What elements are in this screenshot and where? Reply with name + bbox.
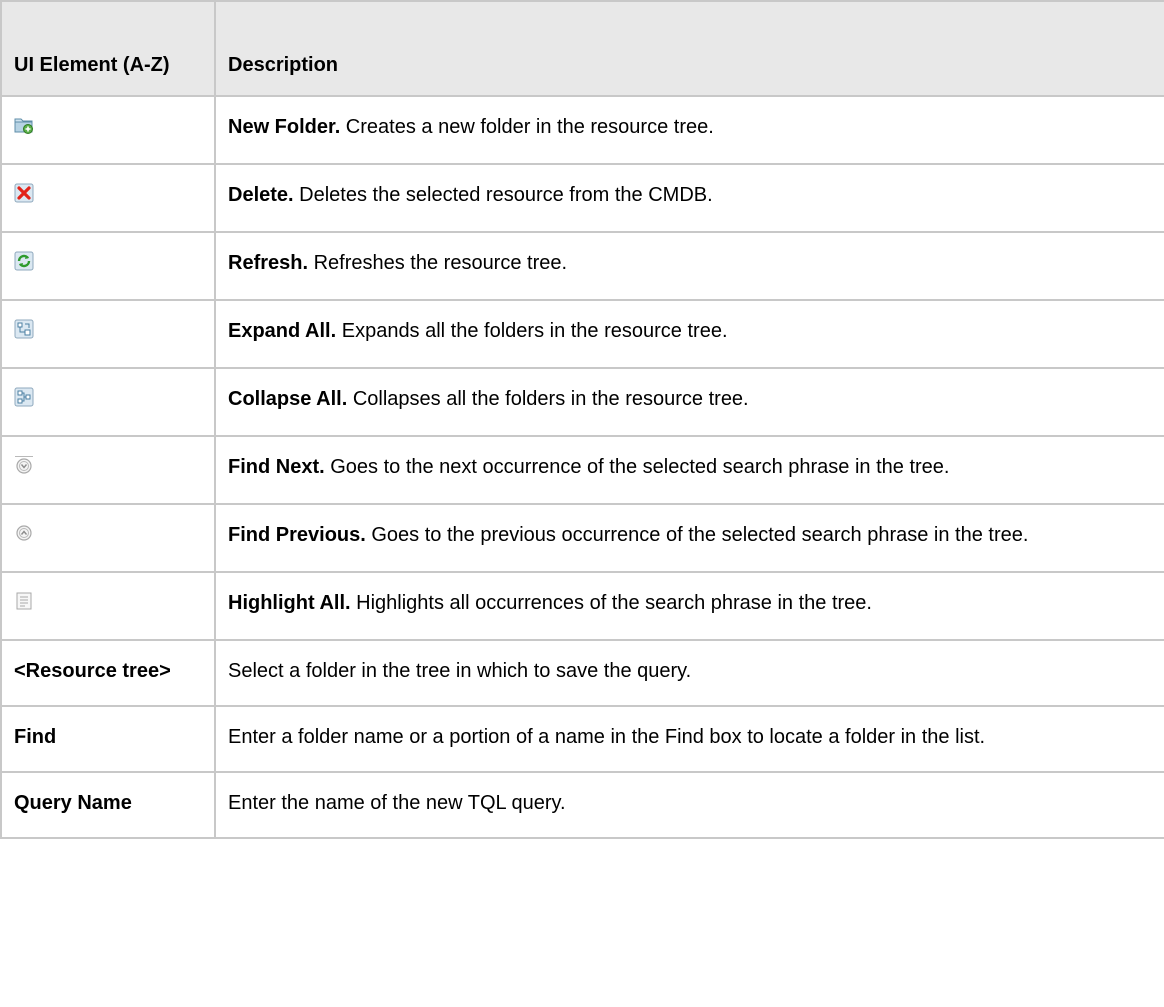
table-row: <Resource tree> Select a folder in the t… xyxy=(0,639,1164,707)
find-previous-icon xyxy=(14,523,34,543)
ui-element-label: Query Name xyxy=(14,792,132,814)
table-row: Highlight All. Highlights all occurrence… xyxy=(0,571,1164,641)
refresh-icon xyxy=(14,251,34,271)
find-next-icon xyxy=(14,455,34,475)
table-row: Find Previous. Goes to the previous occu… xyxy=(0,503,1164,573)
ui-element-label: Find xyxy=(14,726,57,748)
expand-all-icon xyxy=(14,319,34,339)
ui-elements-table: UI Element (A-Z) Description New Folder.… xyxy=(0,0,1164,839)
highlight-all-icon xyxy=(14,591,34,611)
table-row: Query Name Enter the name of the new TQL… xyxy=(0,771,1164,839)
table-header-row: UI Element (A-Z) Description xyxy=(0,0,1164,97)
delete-icon xyxy=(14,183,34,203)
table-row: Collapse All. Collapses all the folders … xyxy=(0,367,1164,437)
table-row: Refresh. Refreshes the resource tree. xyxy=(0,231,1164,301)
table-row: Find Enter a folder name or a portion of… xyxy=(0,705,1164,773)
table-row: Expand All. Expands all the folders in t… xyxy=(0,299,1164,369)
new-folder-icon xyxy=(14,115,34,135)
column-header-ui-element: UI Element (A-Z) xyxy=(0,0,216,97)
ui-element-label: <Resource tree> xyxy=(14,660,171,682)
table-row: New Folder. Creates a new folder in the … xyxy=(0,95,1164,165)
table-row: Delete. Deletes the selected resource fr… xyxy=(0,163,1164,233)
column-header-description: Description xyxy=(214,0,1164,97)
table-row: Find Next. Goes to the next occurrence o… xyxy=(0,435,1164,505)
collapse-all-icon xyxy=(14,387,34,407)
